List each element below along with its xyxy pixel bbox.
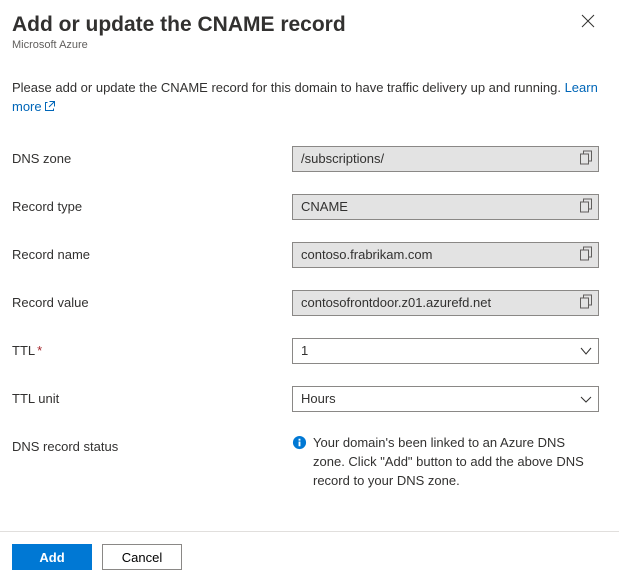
copy-button[interactable] — [580, 150, 593, 167]
record-type-input[interactable] — [292, 194, 599, 220]
record-name-label: Record name — [12, 242, 292, 262]
copy-icon — [580, 246, 593, 263]
status-label: DNS record status — [12, 434, 292, 454]
panel-title: Add or update the CNAME record — [12, 12, 346, 37]
copy-icon — [580, 198, 593, 215]
external-link-icon — [44, 99, 56, 118]
ttl-unit-select[interactable]: Hours — [292, 386, 599, 412]
dns-zone-label: DNS zone — [12, 146, 292, 166]
copy-icon — [580, 294, 593, 311]
copy-button[interactable] — [580, 294, 593, 311]
copy-icon — [580, 150, 593, 167]
status-message: Your domain's been linked to an Azure DN… — [313, 434, 599, 491]
record-name-input[interactable] — [292, 242, 599, 268]
info-icon — [292, 435, 307, 453]
ttl-label: TTL* — [12, 338, 292, 358]
panel-subtitle: Microsoft Azure — [12, 39, 346, 51]
record-value-input[interactable] — [292, 290, 599, 316]
cancel-button[interactable]: Cancel — [102, 544, 182, 570]
add-button[interactable]: Add — [12, 544, 92, 570]
copy-button[interactable] — [580, 246, 593, 263]
dns-zone-input[interactable] — [292, 146, 599, 172]
intro-body: Please add or update the CNAME record fo… — [12, 80, 565, 95]
chevron-down-icon — [579, 392, 593, 406]
ttl-unit-label: TTL unit — [12, 386, 292, 406]
close-button[interactable] — [577, 10, 599, 32]
copy-button[interactable] — [580, 198, 593, 215]
chevron-down-icon — [579, 344, 593, 358]
form: DNS zone Record type Record name — [12, 146, 599, 513]
footer: Add Cancel — [0, 532, 619, 584]
record-value-label: Record value — [12, 290, 292, 310]
required-asterisk: * — [37, 343, 42, 358]
close-icon — [581, 14, 595, 28]
record-type-label: Record type — [12, 194, 292, 214]
intro-text: Please add or update the CNAME record fo… — [12, 79, 599, 118]
ttl-select[interactable]: 1 — [292, 338, 599, 364]
